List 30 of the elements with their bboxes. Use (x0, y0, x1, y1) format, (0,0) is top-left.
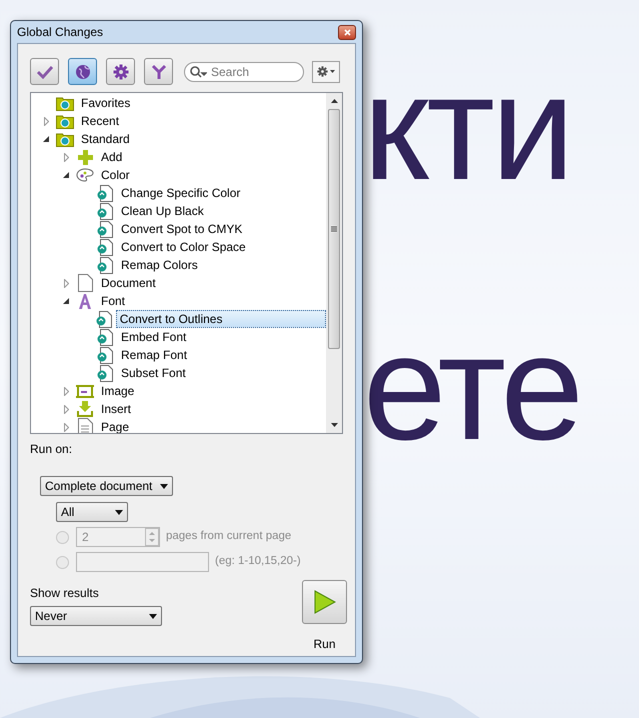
tree-item[interactable]: Convert to Color Space (117, 238, 250, 256)
tree-item[interactable]: Document (97, 274, 160, 292)
show-results-label: Show results (30, 585, 100, 602)
option-text: (eg: 1-10,15,20-) (215, 554, 301, 570)
tree-item[interactable]: Clean Up Black (117, 202, 208, 220)
tree-item[interactable]: Favorites (77, 94, 134, 112)
subset-dropdown[interactable]: All (56, 502, 128, 522)
tree-item[interactable]: Recent (77, 112, 124, 130)
run-label: Run (313, 636, 336, 653)
tree-item[interactable]: Image (97, 382, 138, 400)
window-title: Global Changes (17, 24, 104, 41)
option-text: pages from current page (166, 529, 292, 544)
show-results-dropdown[interactable]: Never (30, 606, 162, 626)
tree-item[interactable]: Color (97, 166, 134, 184)
tree-item[interactable]: Add (97, 148, 126, 166)
tree-item[interactable]: Convert to Outlines (116, 310, 326, 328)
run-on-label: Run on: (30, 441, 74, 458)
tree-item[interactable]: Remap Colors (117, 256, 202, 274)
tree-item[interactable]: Embed Font (117, 328, 190, 346)
tree-item[interactable]: Insert (97, 400, 136, 418)
tree-item[interactable]: Convert Spot to CMYK (117, 220, 246, 238)
tree-item[interactable]: Remap Font (117, 346, 192, 364)
tree-item[interactable]: Standard (77, 130, 134, 148)
scope-dropdown[interactable]: Complete document (40, 476, 174, 496)
tree-item[interactable]: Font (97, 292, 130, 310)
search-field[interactable]: Search (184, 62, 304, 82)
background-heading: кти (363, 62, 572, 192)
background-heading: ете (363, 322, 580, 452)
tree-item[interactable]: Subset Font (117, 364, 190, 382)
tree-item[interactable]: Change Specific Color (117, 184, 244, 202)
